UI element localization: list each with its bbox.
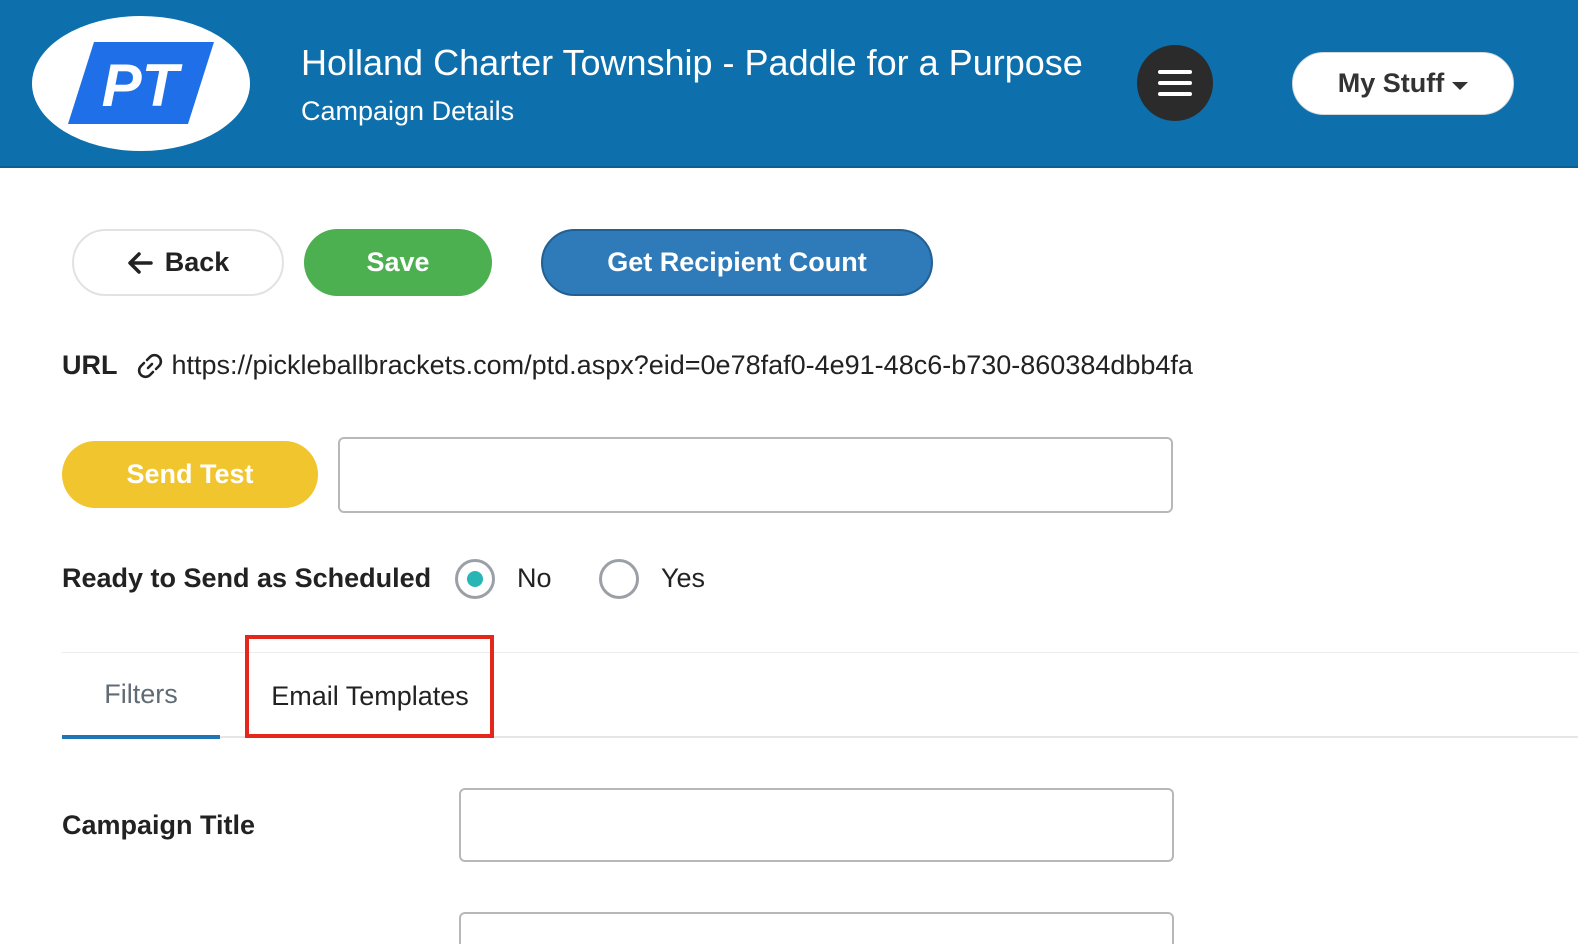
page-subtitle: Campaign Details xyxy=(301,96,515,126)
highlight-box xyxy=(245,635,494,738)
ready-no-radio[interactable] xyxy=(455,559,495,599)
page-title: Holland Charter Township - Paddle for a … xyxy=(301,42,1083,83)
get-recipient-count-button[interactable]: Get Recipient Count xyxy=(541,229,933,296)
url-label: URL xyxy=(62,350,118,380)
my-stuff-dropdown[interactable]: My Stuff xyxy=(1292,52,1514,115)
tab-filters[interactable]: Filters xyxy=(62,653,220,739)
svg-text:PT: PT xyxy=(102,52,183,119)
hamburger-icon xyxy=(1158,92,1192,96)
campaign-url[interactable]: https://pickleballbrackets.com/ptd.aspx?… xyxy=(172,350,1193,381)
save-button[interactable]: Save xyxy=(304,229,492,296)
my-stuff-label: My Stuff xyxy=(1337,68,1445,98)
app-header: PT Holland Charter Township - Paddle for… xyxy=(0,0,1578,168)
ready-yes-label: Yes xyxy=(661,563,706,593)
link-icon xyxy=(137,353,162,378)
ready-to-send-label: Ready to Send as Scheduled xyxy=(62,563,432,593)
campaign-title-input[interactable] xyxy=(459,788,1174,862)
back-label: Back xyxy=(164,247,230,277)
arrow-left-icon xyxy=(127,251,153,274)
ready-yes-radio[interactable] xyxy=(599,559,639,599)
logo[interactable]: PT xyxy=(32,16,250,151)
second-form-input[interactable] xyxy=(459,912,1174,944)
hamburger-icon xyxy=(1158,70,1192,74)
hamburger-icon xyxy=(1158,81,1192,85)
send-test-button[interactable]: Send Test xyxy=(62,441,318,508)
pt-logo-icon: PT xyxy=(68,42,214,124)
caret-down-icon xyxy=(1452,81,1469,90)
hamburger-menu-button[interactable] xyxy=(1137,45,1213,121)
campaign-title-label: Campaign Title xyxy=(62,810,256,840)
ready-no-label: No xyxy=(517,563,552,593)
back-button[interactable]: Back xyxy=(72,229,284,296)
send-test-email-input[interactable] xyxy=(338,437,1173,513)
url-row: URL https://pickleballbrackets.com/ptd.a… xyxy=(62,350,1193,381)
